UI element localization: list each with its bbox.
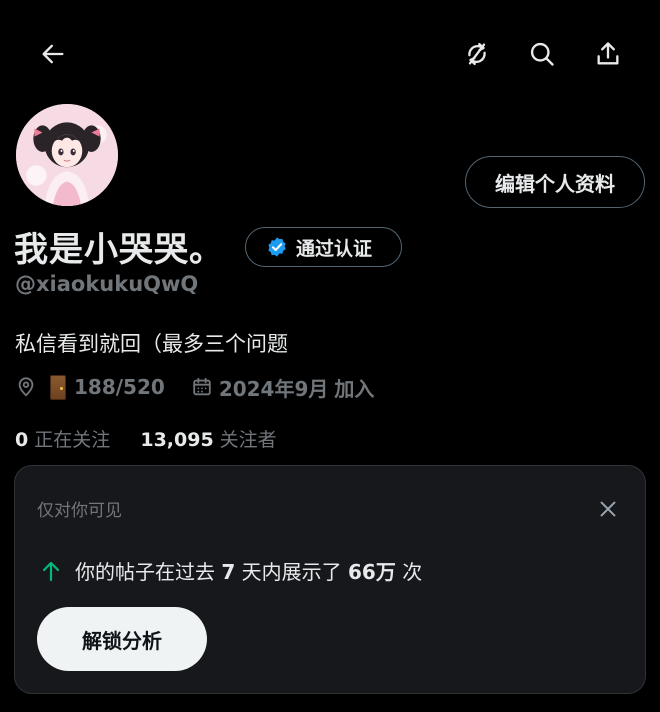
edit-profile-button[interactable]: 编辑个人资料 <box>465 156 645 208</box>
verify-label: 通过认证 <box>296 237 373 260</box>
impressions-stat: 你的帖子在过去 7 天内展示了 66万 次 <box>39 556 422 585</box>
stat-days: 7 <box>221 560 236 584</box>
share-upload-icon <box>597 42 619 65</box>
private-label: 仅对你可见 <box>37 501 122 521</box>
follow-stats: 0 正在关注 13,095 关注者 <box>15 425 277 452</box>
refresh-button[interactable] <box>451 28 503 80</box>
search-icon <box>530 42 554 66</box>
verified-badge-icon <box>268 237 286 257</box>
get-verified-button[interactable]: 通过认证 <box>245 227 402 267</box>
unlock-analytics-button[interactable]: 解锁分析 <box>37 607 207 671</box>
top-bar <box>0 28 660 84</box>
search-button[interactable] <box>516 28 568 80</box>
followers-link[interactable]: 13,095 关注者 <box>140 429 276 451</box>
profile-meta: 188/520 2024年9月 加入 <box>15 372 374 402</box>
close-button[interactable] <box>591 492 625 526</box>
following-link[interactable]: 0 正在关注 <box>15 429 116 451</box>
user-handle: @xiaokukuQwQ <box>15 272 199 296</box>
location-pin-icon <box>18 377 34 397</box>
stat-prefix: 你的帖子在过去 <box>75 560 215 584</box>
analytics-card: 仅对你可见 你的帖子在过去 7 天内展示了 66万 次 解锁分析 <box>14 465 646 694</box>
bio: 私信看到就回（最多三个问题 <box>15 332 288 356</box>
door-emoji-icon <box>50 374 66 400</box>
stat-suffix: 次 <box>402 560 423 584</box>
share-button[interactable] <box>582 28 634 80</box>
calendar-icon <box>193 377 211 396</box>
followers-label: 关注者 <box>219 429 277 451</box>
joined-date: 2024年9月 <box>218 376 329 401</box>
following-label: 正在关注 <box>34 429 111 451</box>
location-text: 188/520 <box>74 375 165 399</box>
stat-mid: 天内展示了 <box>241 560 342 584</box>
arrow-left-icon <box>42 44 64 64</box>
following-count: 0 <box>15 429 29 451</box>
joined-suffix: 加入 <box>334 376 375 401</box>
close-icon <box>600 501 616 517</box>
profile-page: 编辑个人资料 我是小哭哭。 通过认证 @xiaokukuQwQ 私信看到就回（最… <box>0 0 660 712</box>
display-name: 我是小哭哭。 <box>14 230 224 270</box>
refresh-slash-icon <box>468 42 486 66</box>
back-button[interactable] <box>27 28 79 80</box>
arrow-up-icon <box>42 561 60 581</box>
followers-count: 13,095 <box>140 429 214 451</box>
impressions-text: 你的帖子在过去 7 天内展示了 66万 次 <box>75 556 422 585</box>
avatar[interactable] <box>14 102 120 208</box>
anime-girl-avatar-icon <box>16 104 118 206</box>
stat-value: 66万 <box>348 560 396 584</box>
